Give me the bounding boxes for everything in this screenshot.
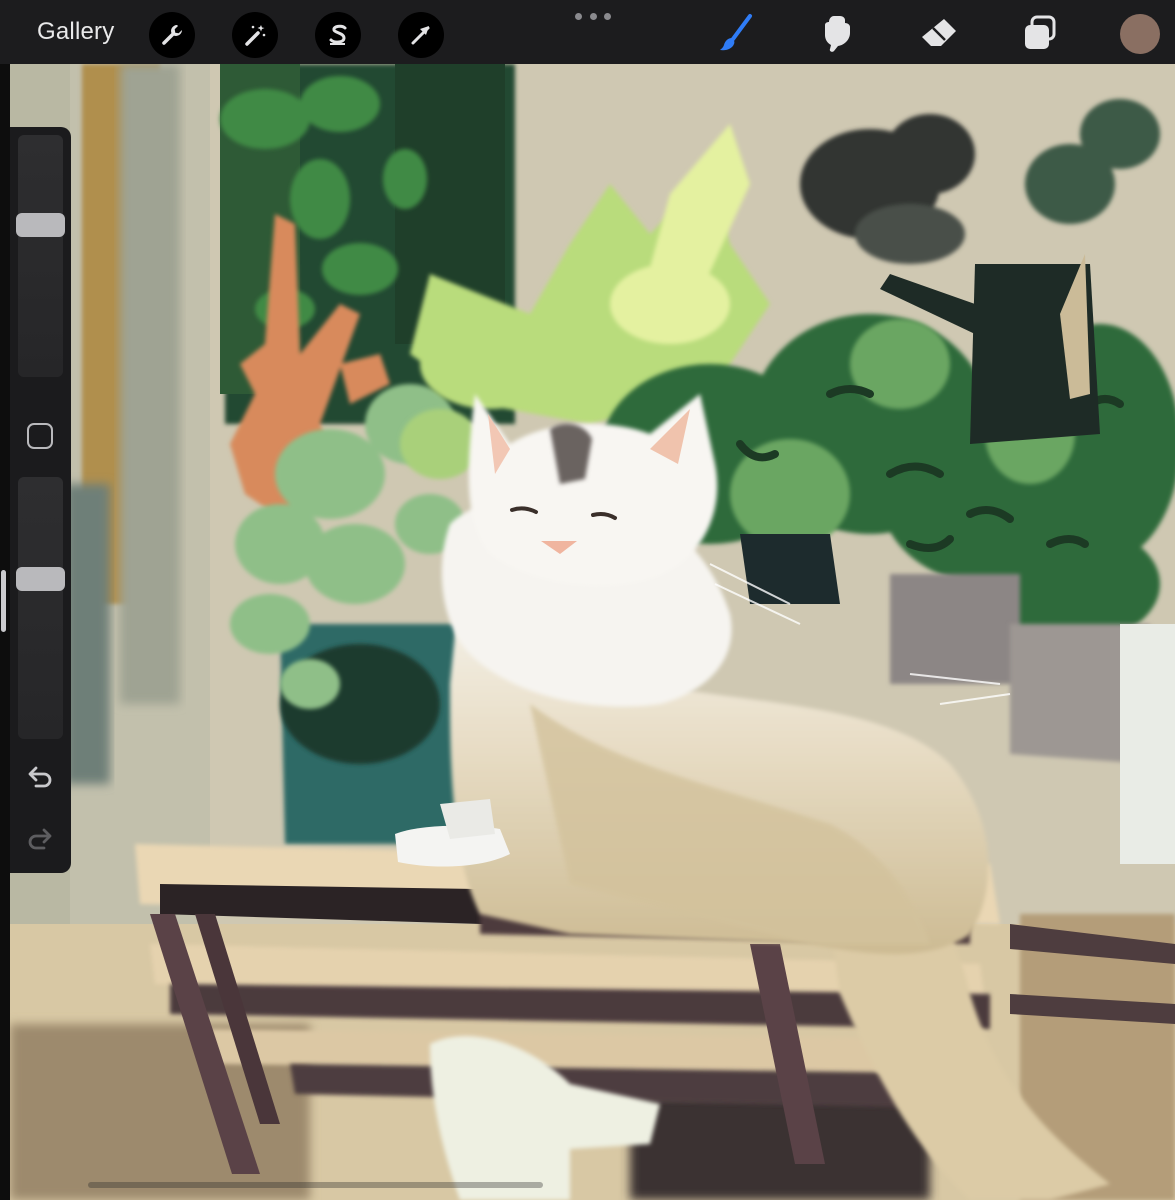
modify-button[interactable] <box>27 423 53 449</box>
opacity-slider[interactable] <box>16 477 65 739</box>
magic-wand-icon <box>245 25 266 46</box>
eraser-tool-button[interactable] <box>916 12 962 54</box>
dot-icon <box>589 12 597 20</box>
redo-icon <box>28 828 52 850</box>
left-sidebar <box>10 127 71 873</box>
home-indicator <box>88 1182 543 1188</box>
redo-button[interactable] <box>25 825 55 851</box>
gallery-button[interactable]: Gallery <box>37 18 114 46</box>
color-picker-swatch[interactable] <box>1120 14 1160 54</box>
smudge-tool-button[interactable] <box>814 12 860 54</box>
cat-painting-artwork <box>10 64 1175 1200</box>
drawing-canvas[interactable] <box>10 64 1175 1200</box>
actions-button[interactable] <box>149 12 195 58</box>
more-options-button[interactable] <box>575 6 611 26</box>
layers-icon <box>1025 15 1056 49</box>
transform-arrow-icon <box>411 26 430 45</box>
sidebar-drag-handle[interactable] <box>1 570 6 632</box>
smudge-icon <box>825 16 850 52</box>
brush-icon <box>720 14 752 51</box>
transform-button[interactable] <box>398 12 444 58</box>
undo-icon <box>28 766 52 788</box>
adjustments-button[interactable] <box>232 12 278 58</box>
selection-s-icon <box>329 24 347 45</box>
selection-button[interactable] <box>315 12 361 58</box>
dot-icon <box>575 12 582 20</box>
wrench-icon <box>162 25 182 45</box>
top-toolbar: Gallery <box>0 0 1175 64</box>
dot-icon <box>604 12 611 20</box>
eraser-icon <box>922 19 956 46</box>
layers-button[interactable] <box>1016 12 1062 54</box>
undo-button[interactable] <box>25 763 55 789</box>
opacity-thumb[interactable] <box>16 567 65 591</box>
brush-tool-button[interactable] <box>714 12 760 54</box>
brush-size-slider[interactable] <box>16 135 65 377</box>
brush-size-thumb[interactable] <box>16 213 65 237</box>
